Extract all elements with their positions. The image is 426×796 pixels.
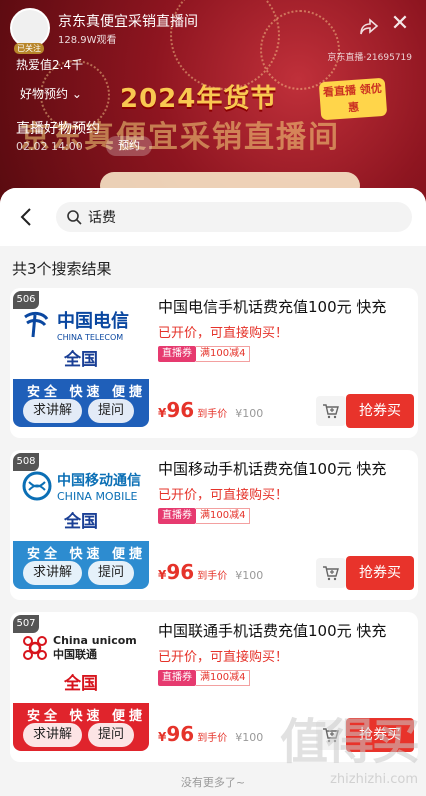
- product-card[interactable]: 506 中国电信 CHINA TELECOM 全国 安全 快速 便捷 求讲解 提…: [10, 288, 418, 438]
- price-value: ¥96: [158, 560, 194, 584]
- stripe-text: 安全 快速 便捷: [27, 547, 147, 562]
- watermark-url: zhizhizhi.com: [330, 772, 418, 787]
- price-value: ¥96: [158, 398, 194, 422]
- room-id: 京东直播·21695719: [327, 53, 412, 63]
- brand-english: CHINA TELECOM: [57, 332, 124, 342]
- product-title[interactable]: 中国联通手机话费充值100元 快充: [158, 620, 408, 641]
- brand-name: China unicom中国联通: [53, 634, 137, 661]
- product-title[interactable]: 中国移动手机话费充值100元 快充: [158, 458, 408, 479]
- close-icon[interactable]: ✕: [388, 12, 412, 36]
- add-to-cart-button[interactable]: [316, 396, 346, 426]
- brand-name: 中国移动通信: [57, 472, 141, 489]
- price-label: 到手价: [197, 571, 228, 582]
- request-explain-button[interactable]: 求讲解: [23, 723, 83, 747]
- product-status: 已开价，可直接购买！: [158, 488, 289, 503]
- search-query: 话费: [88, 210, 116, 226]
- follow-badge: 已关注: [14, 43, 44, 54]
- cart-icon: [323, 404, 339, 419]
- ask-question-button[interactable]: 提问: [88, 723, 135, 747]
- price-amount: 96: [166, 398, 195, 422]
- ask-question-button[interactable]: 提问: [88, 399, 135, 423]
- back-arrow-icon[interactable]: [16, 206, 38, 228]
- region-label: 全国: [64, 512, 98, 532]
- product-status: 已开价，可直接购买！: [158, 650, 289, 665]
- price-row: ¥96 到手价 ¥100: [158, 560, 263, 584]
- watermark-logo: 值得买: [279, 714, 420, 770]
- search-icon: [66, 209, 82, 225]
- product-thumbnail[interactable]: 508 中国移动通信 CHINA MOBILE 全国 安全 快速 便捷 求讲解 …: [13, 453, 149, 589]
- original-price: ¥100: [235, 731, 264, 744]
- live-header: 已关注 京东真便宜采销直播间 128.9W观看: [10, 8, 198, 54]
- discount-badge: 满100减4: [196, 346, 251, 362]
- view-count: 128.9W观看: [58, 34, 117, 46]
- coupon-badge: 直播券: [158, 346, 196, 362]
- buy-with-coupon-button[interactable]: 抢券买: [346, 556, 414, 590]
- price-value: ¥96: [158, 722, 194, 746]
- telecom-logo: 中国电信 CHINA TELECOM: [21, 305, 147, 343]
- search-header: 话费: [0, 188, 426, 246]
- reserve-button[interactable]: 预约: [106, 136, 152, 156]
- brand-english: CHINA MOBILE: [57, 489, 138, 503]
- product-thumbnail[interactable]: 507 China unicom中国联通 全国 安全 快速 便捷 求讲解 提问: [13, 615, 149, 751]
- price-row: ¥96 到手价 ¥100: [158, 398, 263, 422]
- banner-title: 2024年货节: [120, 84, 278, 114]
- coupon-badge: 直播券: [158, 508, 196, 524]
- product-card[interactable]: 508 中国移动通信 CHINA MOBILE 全国 安全 快速 便捷 求讲解 …: [10, 450, 418, 600]
- live-preview-label: 直播好物预约: [16, 121, 100, 137]
- search-result-sheet: 话费 共3个搜索结果 506 中国电信 CHINA TELECOM 全国 安全 …: [0, 188, 426, 796]
- brand-name: 中国电信: [57, 310, 129, 332]
- coupon-badge: 直播券: [158, 670, 196, 686]
- discount-badge: 满100减4: [196, 670, 251, 686]
- stripe-text: 安全 快速 便捷: [27, 709, 147, 724]
- mobile-logo: 中国移动通信 CHINA MOBILE: [21, 467, 147, 505]
- region-label: 全国: [64, 350, 98, 370]
- product-number: 507: [13, 615, 39, 633]
- region-label: 全国: [64, 674, 98, 694]
- ask-question-button[interactable]: 提问: [88, 561, 135, 585]
- add-to-cart-button[interactable]: [316, 558, 346, 588]
- fans-value: 热爱值2.4千: [16, 58, 84, 72]
- original-price: ¥100: [235, 407, 264, 420]
- share-icon[interactable]: [358, 16, 380, 38]
- request-explain-button[interactable]: 求讲解: [23, 399, 83, 423]
- product-title[interactable]: 中国电信手机话费充值100元 快充: [158, 296, 408, 317]
- site-watermark: 值得买 zhizhizhi.com: [279, 702, 420, 787]
- product-number: 508: [13, 453, 39, 471]
- product-status: 已开价，可直接购买！: [158, 326, 289, 341]
- price-row: ¥96 到手价 ¥100: [158, 722, 263, 746]
- price-label: 到手价: [197, 409, 228, 420]
- price-label: 到手价: [197, 733, 228, 744]
- original-price: ¥100: [235, 569, 264, 582]
- streamer-avatar[interactable]: 已关注: [10, 8, 50, 54]
- live-preview-time: 02.02 14:00: [16, 140, 83, 153]
- promo-badge: 看直播 领优惠: [318, 77, 388, 121]
- live-title: 京东真便宜采销直播间: [58, 13, 198, 30]
- product-number: 506: [13, 291, 39, 309]
- discount-badge: 满100减4: [196, 508, 251, 524]
- request-explain-button[interactable]: 求讲解: [23, 561, 83, 585]
- product-thumbnail[interactable]: 506 中国电信 CHINA TELECOM 全国 安全 快速 便捷 求讲解 提…: [13, 291, 149, 427]
- result-count: 共3个搜索结果: [12, 260, 112, 278]
- price-amount: 96: [166, 560, 195, 584]
- unicom-logo: China unicom中国联通: [21, 629, 147, 667]
- price-amount: 96: [166, 722, 195, 746]
- stripe-text: 安全 快速 便捷: [27, 385, 147, 400]
- search-input[interactable]: 话费: [56, 202, 412, 232]
- goods-preview-link[interactable]: 好物预约 ⌄: [20, 85, 82, 102]
- buy-with-coupon-button[interactable]: 抢券买: [346, 394, 414, 428]
- cart-icon: [323, 566, 339, 581]
